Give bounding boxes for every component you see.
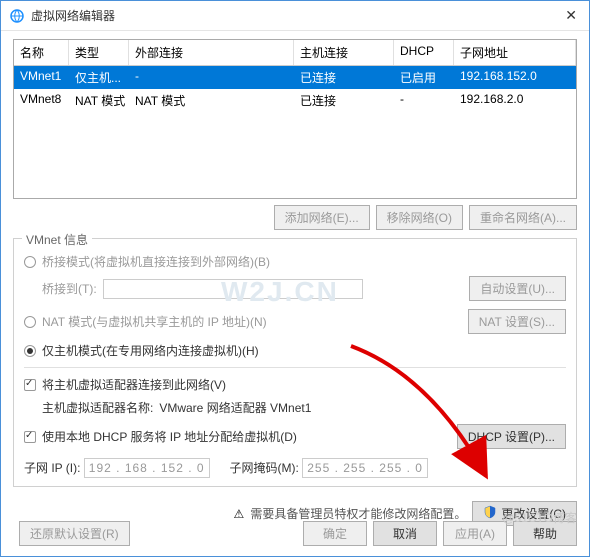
apply-button: 应用(A) <box>443 521 507 546</box>
radio-icon <box>24 345 36 357</box>
table-row[interactable]: VMnet1 仅主机... - 已连接 已启用 192.168.152.0 <box>14 66 576 89</box>
close-icon[interactable]: ✕ <box>561 7 581 24</box>
virtual-network-editor-window: 虚拟网络编辑器 ✕ 名称 类型 外部连接 主机连接 DHCP 子网地址 VMne… <box>0 0 590 557</box>
auto-settings-button: 自动设置(U)... <box>469 276 566 301</box>
app-icon <box>9 8 25 24</box>
window-title: 虚拟网络编辑器 <box>31 7 561 24</box>
radio-icon <box>24 316 36 328</box>
col-type[interactable]: 类型 <box>69 40 129 65</box>
table-row[interactable]: VMnet8 NAT 模式 NAT 模式 已连接 - 192.168.2.0 <box>14 89 576 112</box>
remove-network-button: 移除网络(O) <box>376 205 463 230</box>
dhcp-settings-button[interactable]: DHCP 设置(P)... <box>457 424 566 449</box>
nat-settings-button: NAT 设置(S)... <box>468 309 566 334</box>
add-network-button: 添加网络(E)... <box>274 205 370 230</box>
warning-icon: ⚠ <box>234 507 245 521</box>
radio-icon <box>24 256 36 268</box>
network-table[interactable]: 名称 类型 外部连接 主机连接 DHCP 子网地址 VMnet1 仅主机... … <box>13 39 577 199</box>
ok-button: 确定 <box>303 521 367 546</box>
col-dhcp[interactable]: DHCP <box>394 40 454 65</box>
bridge-radio-option: 桥接模式(将虚拟机直接连接到外部网络)(B) <box>24 253 566 270</box>
col-name[interactable]: 名称 <box>14 40 69 65</box>
table-header: 名称 类型 外部连接 主机连接 DHCP 子网地址 <box>14 40 576 66</box>
connect-host-adapter-check: 将主机虚拟适配器连接到此网络(V) <box>24 376 566 393</box>
vmnet-info-fieldset: VMnet 信息 桥接模式(将虚拟机直接连接到外部网络)(B) 桥接到(T): … <box>13 238 577 487</box>
admin-warning-text: 需要具备管理员特权才能修改网络配置。 <box>250 505 466 522</box>
titlebar: 虚拟网络编辑器 ✕ <box>1 1 589 31</box>
rename-network-button: 重命名网络(A)... <box>469 205 577 230</box>
subnet-ip-input[interactable]: 192 . 168 . 152 . 0 <box>84 458 210 478</box>
subnet-mask-input[interactable]: 255 . 255 . 255 . 0 <box>302 458 428 478</box>
restore-defaults-button: 还原默认设置(R) <box>19 521 130 546</box>
checkbox-icon <box>24 379 36 391</box>
use-dhcp-check: 使用本地 DHCP 服务将 IP 地址分配给虚拟机(D) <box>24 428 297 445</box>
nat-radio-option: NAT 模式(与虚拟机共享主机的 IP 地址)(N) <box>24 313 267 330</box>
host-only-radio-option: 仅主机模式(在专用网络内连接虚拟机)(H) <box>24 342 566 359</box>
col-subnet[interactable]: 子网地址 <box>454 40 576 65</box>
checkbox-icon <box>24 431 36 443</box>
col-host[interactable]: 主机连接 <box>294 40 394 65</box>
adapter-name-value: VMware 网络适配器 VMnet1 <box>159 399 311 416</box>
shield-icon <box>483 505 497 522</box>
col-external[interactable]: 外部连接 <box>129 40 294 65</box>
fieldset-legend: VMnet 信息 <box>22 231 92 248</box>
footer: 还原默认设置(R) 确定 取消 应用(A) 帮助 <box>13 521 577 546</box>
watermark-text: @51CTO博客 <box>502 509 577 526</box>
bridge-to-select <box>103 279 363 299</box>
cancel-button[interactable]: 取消 <box>373 521 437 546</box>
